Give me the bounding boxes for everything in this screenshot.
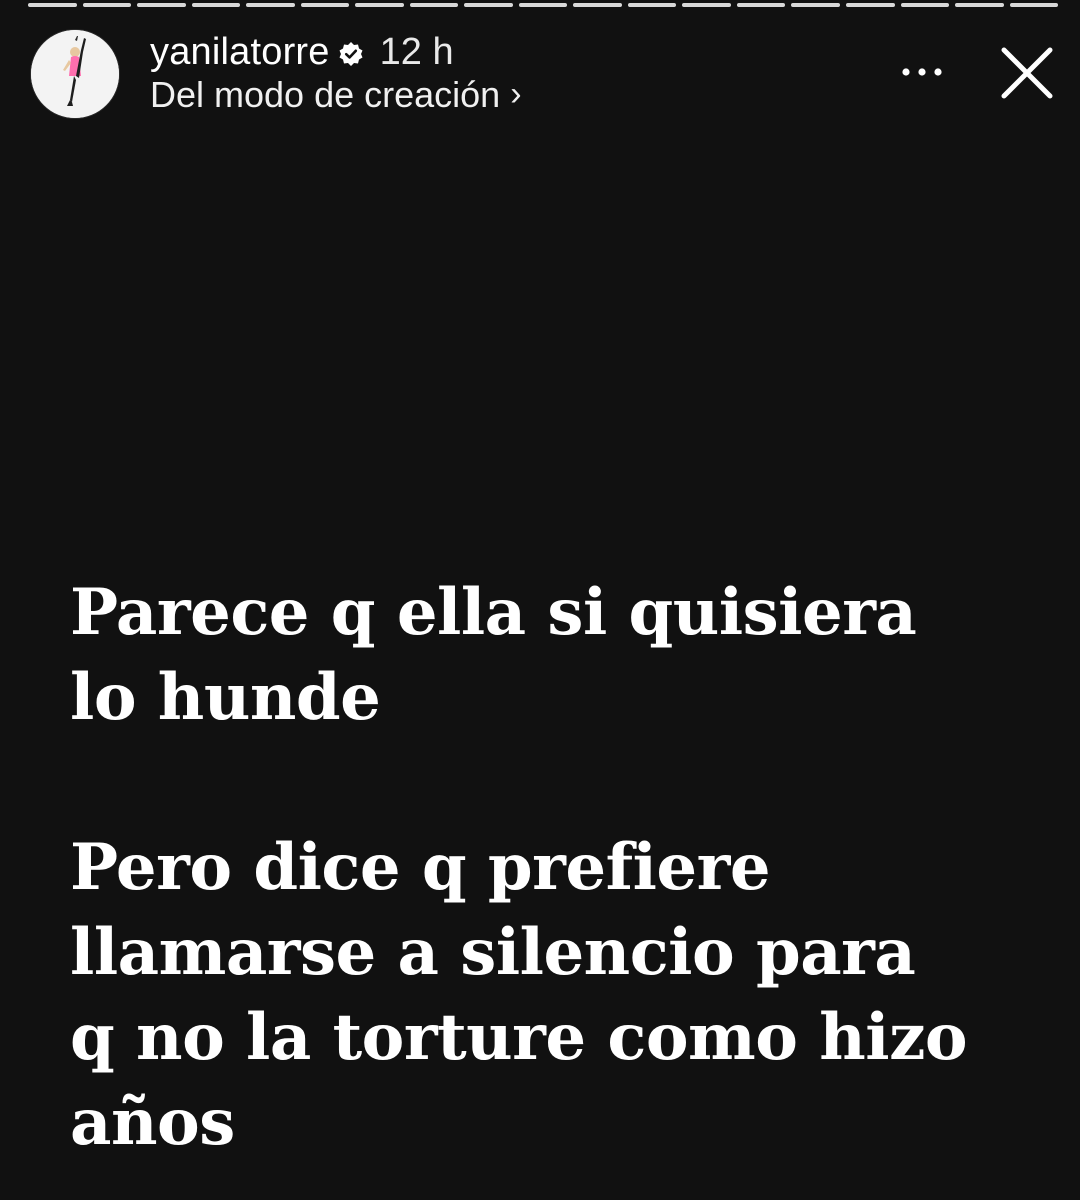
verified-badge-icon: [339, 42, 363, 66]
timestamp: 12 h: [379, 30, 454, 73]
more-options-button[interactable]: [890, 52, 954, 92]
subtitle-label: Del modo de creación: [150, 74, 501, 115]
close-button[interactable]: [996, 42, 1058, 104]
story-header: yanilatorre 12 h Del modo de creación ›: [0, 0, 1080, 140]
story-text: Parece q ella si quisiera lo hunde Pero …: [70, 570, 1030, 1165]
close-icon: [1001, 47, 1053, 99]
username[interactable]: yanilatorre: [150, 31, 330, 74]
story-paragraph: Parece q ella si quisiera lo hunde: [70, 575, 917, 735]
creation-mode-link[interactable]: Del modo de creación ›: [150, 73, 522, 117]
avatar[interactable]: [30, 29, 120, 119]
user-line: yanilatorre 12 h: [150, 30, 454, 74]
more-horizontal-icon: [902, 68, 942, 76]
avatar-photo-icon: [31, 30, 119, 118]
story-paragraph: Pero dice q prefiere llamarse a silencio…: [70, 830, 968, 1160]
story-viewer[interactable]: yanilatorre 12 h Del modo de creación ›: [0, 0, 1080, 1200]
chevron-right-icon: ›: [510, 74, 522, 113]
